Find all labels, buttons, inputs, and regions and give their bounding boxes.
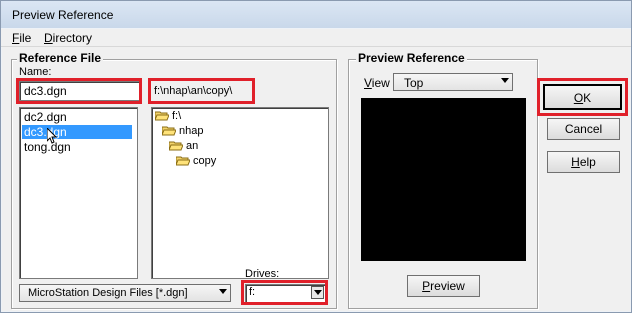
preview-button[interactable]: Preview <box>407 275 480 297</box>
dialog-body: Reference File Name: dc3.dgn dc2.dgn dc3… <box>2 47 630 311</box>
tree-item-copy[interactable]: copy <box>193 155 216 168</box>
tree-item-nhap[interactable]: nhap <box>179 125 203 138</box>
mouse-cursor-icon <box>47 128 58 144</box>
reference-file-legend: Reference File <box>17 51 104 65</box>
file-list[interactable]: dc2.dgn dc3.dgn tong.dgn <box>19 107 138 279</box>
chevron-down-icon <box>219 289 227 294</box>
drive-highlight <box>241 280 328 305</box>
list-item[interactable]: dc2.dgn <box>22 110 69 124</box>
help-button-label: Help <box>571 155 596 169</box>
window-title: Preview Reference <box>12 8 114 22</box>
open-folder-icon <box>155 111 169 121</box>
menu-directory[interactable]: Directory <box>44 31 92 45</box>
drives-label: Drives: <box>245 268 280 280</box>
preview-button-label: Preview <box>422 279 465 293</box>
title-bar[interactable]: Preview Reference <box>1 1 631 28</box>
open-folder-icon <box>162 126 176 136</box>
list-item-selected[interactable]: dc3.dgn <box>22 125 132 139</box>
file-type-value: MicroStation Design Files [*.dgn] <box>28 287 188 299</box>
view-select[interactable]: Top <box>393 73 513 91</box>
file-type-select[interactable]: MicroStation Design Files [*.dgn] <box>19 284 231 302</box>
open-folder-icon <box>176 156 190 166</box>
view-label: View <box>364 76 390 90</box>
tree-item-root[interactable]: f:\ <box>172 110 181 123</box>
help-button[interactable]: Help <box>547 151 620 173</box>
menu-file[interactable]: File <box>12 31 31 45</box>
directory-tree[interactable]: f:\ nhap an copy <box>151 107 329 279</box>
name-field-highlight <box>16 78 142 104</box>
path-highlight <box>148 78 255 104</box>
chevron-down-icon <box>501 78 509 83</box>
ok-highlight <box>537 78 628 116</box>
cancel-button[interactable]: Cancel <box>547 118 620 140</box>
cancel-button-label: Cancel <box>564 122 603 136</box>
view-value: Top <box>404 76 424 90</box>
preview-canvas <box>361 98 526 261</box>
name-label: Name: <box>19 66 52 78</box>
tree-item-an[interactable]: an <box>186 140 198 153</box>
menu-bar: File Directory <box>1 29 631 47</box>
preview-reference-legend: Preview Reference <box>356 51 467 65</box>
preview-reference-dialog: Preview Reference File Directory Referen… <box>0 0 632 313</box>
open-folder-icon <box>169 141 183 151</box>
